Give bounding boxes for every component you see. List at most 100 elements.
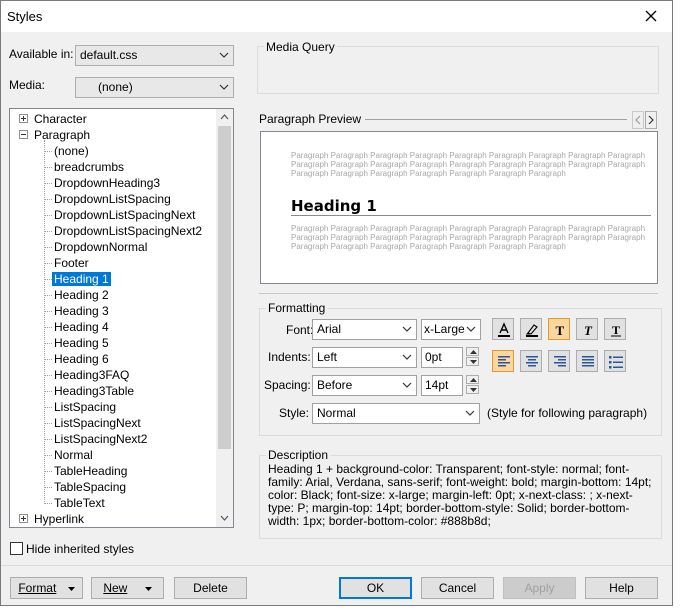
- tree-style-item[interactable]: ListSpacing: [54, 399, 116, 415]
- scroll-up-button[interactable]: [216, 109, 233, 126]
- indent-spin-up[interactable]: [466, 347, 479, 356]
- tree-category[interactable]: Hyperlink: [34, 511, 84, 527]
- collapse-icon[interactable]: [19, 130, 28, 139]
- indents-label: Indents:: [268, 350, 311, 364]
- tree-item-label: DropdownListSpacingNext2: [54, 224, 203, 238]
- tree-connector: [44, 375, 52, 376]
- tree-style-item[interactable]: Normal: [54, 447, 93, 463]
- chevron-down-icon: [402, 326, 412, 332]
- tree-style-item[interactable]: DropdownListSpacingNext: [54, 207, 195, 223]
- format-menu-button[interactable]: Format: [10, 577, 83, 599]
- chevron-left-icon: [635, 115, 641, 125]
- tree-style-item[interactable]: ListSpacingNext2: [54, 431, 147, 447]
- close-button[interactable]: [638, 4, 664, 28]
- new-menu-button[interactable]: New: [91, 577, 164, 599]
- spacing-spinner[interactable]: [466, 375, 479, 394]
- tree-style-item[interactable]: DropdownListSpacing: [54, 191, 171, 207]
- indents-value: Left: [317, 350, 338, 364]
- spacing-select[interactable]: Before: [312, 375, 417, 396]
- align-center-button[interactable]: [520, 350, 542, 372]
- tree-item-label: ListSpacing: [54, 400, 117, 414]
- font-select[interactable]: Arial: [312, 319, 417, 340]
- tree-connector: [44, 295, 52, 296]
- media-value: (none): [98, 80, 133, 94]
- tree-style-item[interactable]: breadcrumbs: [54, 159, 124, 175]
- tree-style-item[interactable]: TableHeading: [54, 463, 127, 479]
- tree-item-label: Footer: [54, 256, 89, 270]
- underline-button[interactable]: T: [604, 318, 626, 340]
- media-select[interactable]: (none): [75, 77, 234, 98]
- indent-amount-input[interactable]: 0pt: [421, 347, 463, 368]
- hide-inherited-label: Hide inherited styles: [26, 542, 135, 556]
- style-label: Style:: [279, 406, 310, 420]
- tree-connector: [44, 343, 52, 344]
- spacing-spin-up[interactable]: [466, 375, 479, 384]
- available-in-select[interactable]: default.css: [75, 45, 234, 66]
- tree-style-item[interactable]: TableSpacing: [54, 479, 126, 495]
- next-style-select[interactable]: Normal: [312, 403, 480, 424]
- tree-category[interactable]: Character: [34, 111, 87, 127]
- spacing-amount-input[interactable]: 14pt: [421, 375, 463, 396]
- scroll-thumb[interactable]: [218, 126, 231, 449]
- spacing-spin-down[interactable]: [466, 385, 479, 394]
- tree-style-item[interactable]: DropdownHeading3: [54, 175, 160, 191]
- bullet-list-button[interactable]: [604, 350, 626, 372]
- indents-select[interactable]: Left: [312, 347, 417, 368]
- chevron-down-icon: [402, 354, 412, 360]
- tree-item-label: DropdownHeading3: [54, 176, 161, 190]
- align-left-button[interactable]: [492, 350, 514, 372]
- tree-category[interactable]: Paragraph: [34, 127, 90, 143]
- italic-button[interactable]: T: [576, 318, 598, 340]
- tree-style-item[interactable]: Heading 3: [54, 303, 109, 319]
- ok-button[interactable]: OK: [339, 577, 412, 599]
- highlight-color-button[interactable]: [520, 318, 542, 340]
- tree-connector: [44, 140, 45, 504]
- apply-button[interactable]: Apply: [503, 577, 576, 599]
- style-tree[interactable]: Character Paragraph (none) breadcrumbs Dropd…: [9, 108, 234, 528]
- tree-item-label: DropdownNormal: [54, 240, 148, 254]
- tree-style-item[interactable]: Heading 5: [54, 335, 109, 351]
- bold-button[interactable]: T: [548, 318, 570, 340]
- tree-style-item[interactable]: Heading 2: [54, 287, 109, 303]
- expand-icon[interactable]: [19, 514, 28, 523]
- font-size-select[interactable]: x-Large: [421, 319, 481, 340]
- tree-item-label: Paragraph: [34, 128, 91, 142]
- tree-item-label: Heading3Table: [54, 384, 135, 398]
- bold-icon: T: [556, 323, 565, 338]
- expand-icon[interactable]: [19, 114, 28, 123]
- preview-prev-button[interactable]: [632, 111, 644, 129]
- indent-spinner[interactable]: [466, 347, 479, 366]
- align-center-icon: [526, 356, 538, 367]
- hide-inherited-checkbox[interactable]: [10, 542, 23, 555]
- caret-down-icon: [67, 586, 75, 591]
- media-query-label: Media Query: [264, 40, 337, 54]
- scroll-down-button[interactable]: [216, 510, 233, 527]
- indent-spin-down[interactable]: [466, 357, 479, 366]
- tree-style-item[interactable]: TableText: [54, 495, 105, 511]
- footer-separator: [1, 565, 672, 566]
- description-label: Description: [266, 448, 331, 462]
- bullet-list-icon: [609, 356, 623, 369]
- tree-style-item[interactable]: DropdownNormal: [54, 239, 147, 255]
- tree-style-item[interactable]: Heading3Table: [54, 383, 134, 399]
- tree-style-item[interactable]: Heading3FAQ: [54, 367, 129, 383]
- align-right-button[interactable]: [548, 350, 570, 372]
- tree-style-item[interactable]: (none): [54, 143, 89, 159]
- justify-icon: [582, 356, 594, 367]
- cancel-button[interactable]: Cancel: [421, 577, 494, 599]
- tree-style-item[interactable]: Heading 6: [54, 351, 109, 367]
- font-color-button[interactable]: [492, 318, 514, 340]
- delete-button[interactable]: Delete: [174, 577, 247, 599]
- justify-button[interactable]: [576, 350, 598, 372]
- tree-style-item[interactable]: ListSpacingNext: [54, 415, 141, 431]
- help-button[interactable]: Help: [585, 577, 658, 599]
- tree-style-item[interactable]: Heading 1: [52, 271, 111, 287]
- tree-style-item[interactable]: Heading 4: [54, 319, 109, 335]
- tree-style-item[interactable]: DropdownListSpacingNext2: [54, 223, 202, 239]
- tree-style-item[interactable]: Footer: [54, 255, 89, 271]
- preview-next-button[interactable]: [645, 111, 657, 129]
- tree-scrollbar[interactable]: [216, 109, 233, 527]
- preview-filler-before: Paragraph Paragraph Paragraph Paragraph …: [291, 151, 646, 178]
- title-bar: Styles: [1, 1, 672, 32]
- tree-connector: [44, 487, 52, 488]
